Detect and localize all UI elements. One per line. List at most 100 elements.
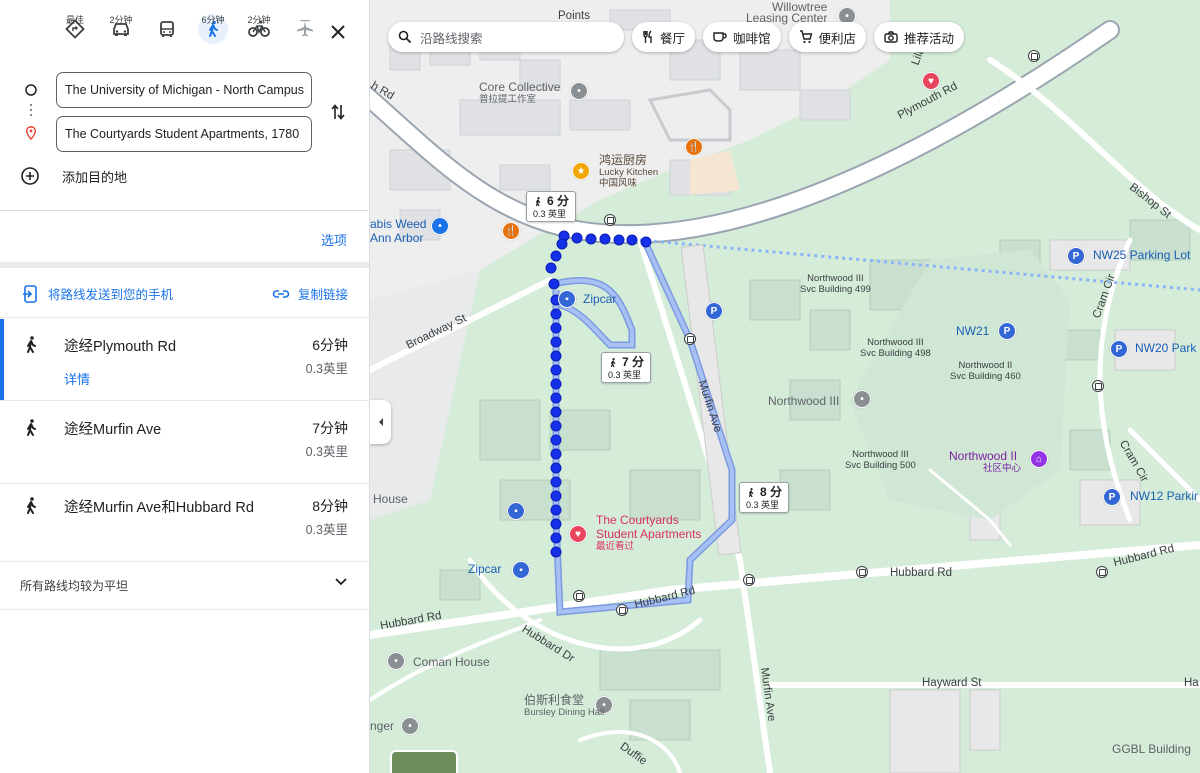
bus-stop-icon[interactable] — [1096, 566, 1108, 578]
bus-stop-icon[interactable] — [1092, 380, 1104, 392]
elevation-note-row[interactable]: 所有路线均较为平坦 — [0, 556, 369, 610]
route-option-murfin[interactable]: 途经Murfin Ave 7分钟 0.3英里 — [0, 402, 369, 484]
chip-label: 便利店 — [818, 31, 857, 46]
search-icon — [398, 30, 412, 44]
callout-distance: 0.3 英里 — [746, 499, 780, 510]
route-time-callout[interactable]: 6 分 0.3 英里 — [526, 191, 577, 223]
chip-cafes[interactable]: 咖啡馆 — [703, 22, 781, 52]
mode-walk-label: 6分钟 — [201, 15, 225, 25]
route-details-link[interactable]: 详情 — [64, 369, 90, 388]
restaurant-pin-icon[interactable]: 🍴 — [685, 138, 703, 156]
callout-time: 7 分 — [622, 355, 645, 369]
saved-place-heart-icon[interactable]: ♥ — [922, 72, 940, 90]
route-name: 途经Murfin Ave和Hubbard Rd — [64, 500, 254, 516]
zipcar-pin-icon[interactable]: ▪ — [512, 561, 530, 579]
community-center-pin-icon[interactable]: ⌂ — [1030, 450, 1048, 468]
collapse-panel-button[interactable] — [370, 400, 391, 444]
walk-icon — [535, 196, 541, 207]
restaurant-pin-icon[interactable]: 🍴 — [502, 222, 520, 240]
add-circle-icon — [21, 167, 39, 185]
map-label: Northwood III Svc Building 499 — [800, 273, 871, 295]
map-label: Northwood III Svc Building 500 — [845, 449, 916, 471]
fork-knife-icon — [643, 30, 652, 43]
bus-stop-icon[interactable] — [1028, 50, 1040, 62]
route-option-murfin-hubbard[interactable]: 途经Murfin Ave和Hubbard Rd 8分钟 0.3英里 — [0, 480, 369, 562]
directions-panel: 最佳 2分钟 6分钟 2分钟 — The University of Michi… — [0, 0, 370, 773]
route-time-callout[interactable]: 8 分 0.3 英里 — [739, 482, 790, 514]
map-label: 伯斯利食堂 Bursley Dining Hall — [524, 693, 605, 718]
callout-time: 6 分 — [547, 194, 570, 208]
callout-time: 8 分 — [760, 485, 783, 499]
map-label: Northwood II Svc Building 460 — [950, 360, 1021, 382]
zipcar-pin-icon[interactable]: ▪ — [507, 502, 525, 520]
mode-transit[interactable] — [144, 14, 190, 60]
chip-convenience[interactable]: 便利店 — [788, 22, 867, 52]
map-label: Zipcar — [583, 292, 617, 306]
add-destination-button[interactable]: 添加目的地 — [20, 166, 127, 186]
destination-heart-icon[interactable]: ♥ — [569, 525, 587, 543]
bus-stop-icon[interactable] — [604, 214, 616, 226]
swap-arrows-icon — [331, 104, 345, 120]
parking-icon[interactable]: P — [705, 302, 723, 320]
chip-activities[interactable]: 推荐活动 — [874, 22, 965, 52]
map-canvas[interactable]: • ♥ • ★ 🍴 🍴 • ▪ P P P P P • ⌂ ▪ ▪ ♥ • • … — [370, 0, 1200, 773]
search-along-route-input[interactable]: 沿路线搜索 — [388, 22, 624, 52]
elevation-note: 所有路线均较为平坦 — [20, 579, 129, 593]
origin-circle-icon — [25, 84, 37, 96]
copy-link-button[interactable]: 复制链接 — [272, 284, 348, 303]
map-label: House — [373, 492, 408, 506]
mode-drive[interactable]: 2分钟 — [98, 14, 144, 60]
search-placeholder: 沿路线搜索 — [420, 31, 483, 46]
close-directions-button[interactable] — [326, 20, 350, 44]
road-label: Ha — [1184, 677, 1199, 689]
bus-stop-icon[interactable] — [743, 574, 755, 586]
destination-field[interactable]: The Courtyards Student Apartments, 1780 — [56, 116, 312, 152]
northwood-iii-pin-icon[interactable]: • — [853, 390, 871, 408]
parking-icon[interactable]: P — [998, 322, 1016, 340]
chip-label: 餐厅 — [660, 31, 686, 46]
map-label: Northwood II 社区中心 — [949, 449, 1022, 474]
mode-walk[interactable]: 6分钟 — [190, 14, 236, 60]
copy-link-label: 复制链接 — [297, 288, 348, 302]
map-search-bar: 沿路线搜索 餐厅 咖啡馆 便利店 推荐活动 — [388, 22, 965, 52]
dots-connector-icon — [29, 102, 33, 122]
mode-bike[interactable]: 2分钟 — [236, 14, 282, 60]
route-distance: 0.3英里 — [305, 523, 348, 537]
bus-stop-icon[interactable] — [616, 604, 628, 616]
road-label: Hubbard Rd — [890, 567, 953, 579]
coman-house-pin-icon[interactable]: • — [387, 652, 405, 670]
destination-pin-icon — [25, 126, 37, 140]
mode-flight[interactable]: — — [282, 14, 328, 60]
map-label: NW25 Parking Lot — [1093, 248, 1191, 262]
route-time-callout[interactable]: 7 分 0.3 英里 — [601, 352, 652, 384]
parking-icon[interactable]: P — [1103, 488, 1121, 506]
coffee-icon — [713, 32, 727, 42]
route-option-plymouth[interactable]: 途经Plymouth Rd 6分钟 0.3英里 详情 — [0, 319, 369, 401]
walk-icon — [27, 497, 36, 514]
core-collective-pin-icon[interactable]: • — [570, 82, 588, 100]
chip-restaurants[interactable]: 餐厅 — [632, 22, 696, 52]
bus-stop-icon[interactable] — [573, 590, 585, 602]
map-label: abis Weed Ann Arbor — [370, 217, 427, 245]
shop-pin-icon[interactable]: • — [431, 217, 449, 235]
origin-field[interactable]: The University of Michigan - North Campu… — [56, 72, 312, 108]
place-pin-icon[interactable]: • — [401, 717, 419, 735]
bus-stop-icon[interactable] — [684, 333, 696, 345]
send-to-phone-button[interactable]: 将路线发送到您的手机 — [22, 284, 173, 303]
swap-button[interactable] — [326, 100, 350, 124]
route-inputs: The University of Michigan - North Campu… — [0, 70, 369, 210]
lucky-kitchen-star-icon[interactable]: ★ — [572, 162, 590, 180]
mode-bike-label: 2分钟 — [247, 15, 271, 25]
chip-label: 咖啡馆 — [733, 31, 771, 46]
send-to-phone-label: 将路线发送到您的手机 — [48, 288, 174, 302]
map-label: Northwood III — [768, 394, 840, 408]
bus-icon — [152, 14, 182, 44]
parking-icon[interactable]: P — [1067, 247, 1085, 265]
mode-best[interactable]: 最佳 — [52, 14, 98, 60]
mode-drive-label: 2分钟 — [109, 15, 133, 25]
bus-stop-icon[interactable] — [856, 566, 868, 578]
parking-icon[interactable]: P — [1110, 340, 1128, 358]
options-link[interactable]: 选项 — [321, 230, 347, 249]
zipcar-pin-icon[interactable]: ▪ — [558, 290, 576, 308]
layers-thumbnail[interactable] — [390, 750, 458, 773]
